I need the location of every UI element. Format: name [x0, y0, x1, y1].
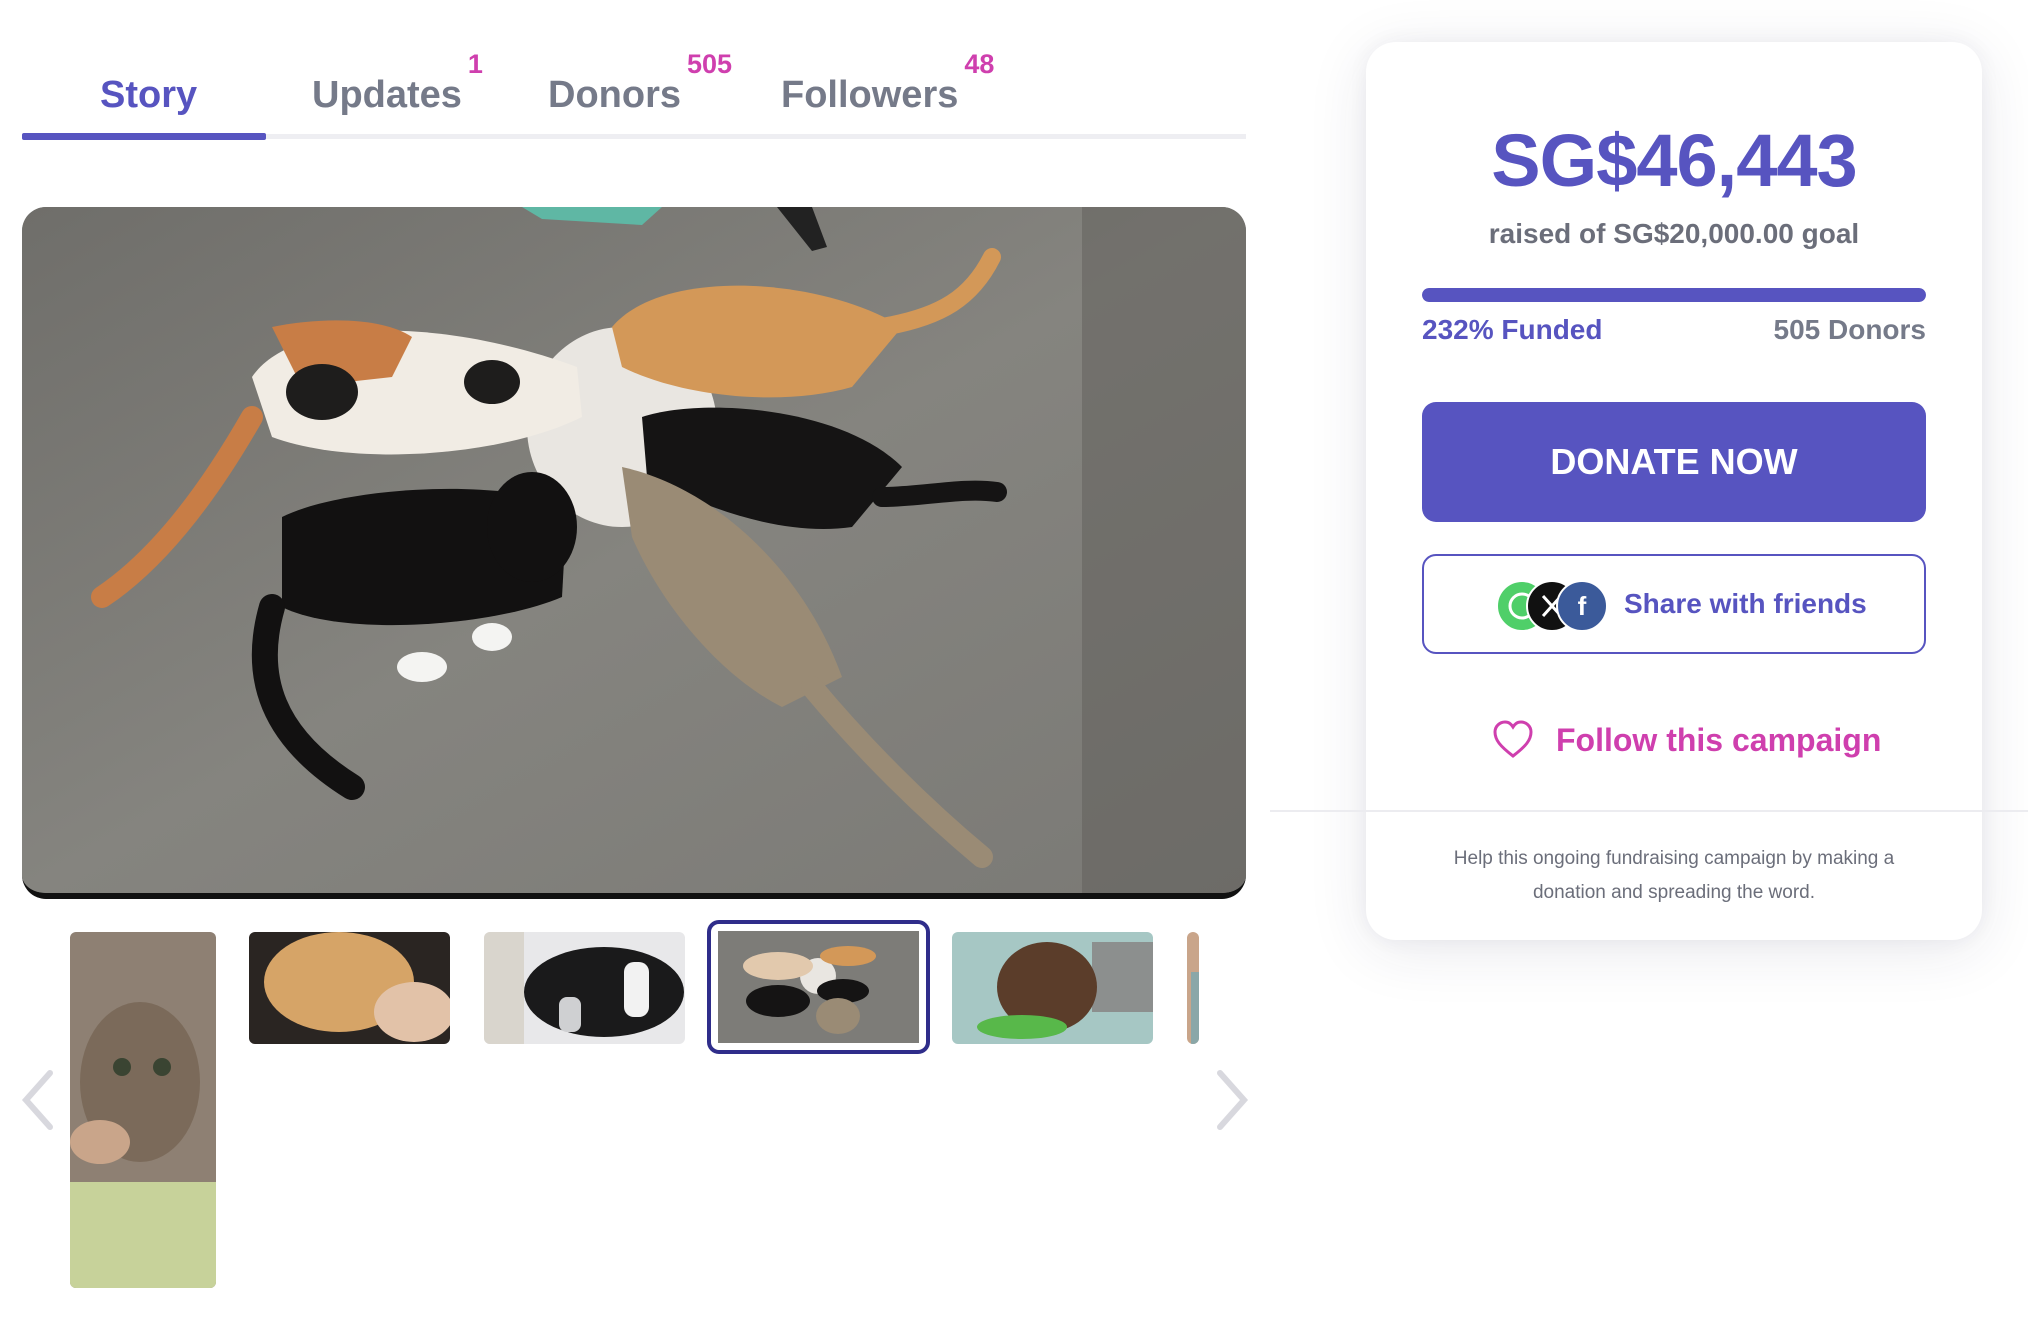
amount-raised: SG$46,443: [1491, 119, 1857, 202]
donate-now-button[interactable]: DONATE NOW: [1422, 402, 1926, 522]
black-cat-photo: [484, 932, 685, 1044]
chevron-left-icon: [21, 1070, 53, 1130]
thumbnail-cats-eating-selected[interactable]: [707, 920, 930, 1054]
chevron-right-icon: [1217, 1070, 1249, 1130]
updates-count-badge: 1: [467, 49, 483, 79]
tab-story-label: Story: [100, 74, 198, 116]
cats-eating-thumbnail-photo: [718, 931, 919, 1043]
goal-text: raised of SG$20,000.00 goal: [1488, 218, 1860, 249]
svg-text:f: f: [1578, 591, 1587, 621]
partial-thumbnail-photo: [1187, 932, 1199, 1044]
thumbnail-ginger-cat[interactable]: [249, 932, 450, 1044]
gallery-prev-arrow[interactable]: [14, 1065, 64, 1135]
ginger-cat-photo: [249, 932, 450, 1044]
tortoiseshell-cat-photo: [952, 932, 1153, 1044]
tab-updates[interactable]: Updates1: [312, 49, 483, 140]
follow-label: Follow this campaign: [1556, 722, 1882, 758]
progress-bar: [1422, 288, 1926, 302]
donor-count: 505 Donors: [1773, 314, 1927, 345]
share-with-friends-button[interactable]: f Share with friends: [1422, 554, 1926, 654]
tab-donors-label: Donors: [548, 74, 681, 116]
tab-bar: Story Updates1 Donors505 Followers48: [0, 49, 1260, 140]
funded-percent: 232% Funded: [1422, 314, 1603, 345]
progress-bar-fill: [1422, 288, 1926, 302]
share-label: Share with friends: [1624, 588, 1867, 619]
thumbnail-black-cat-bandaged[interactable]: [484, 932, 685, 1044]
card-divider: [1270, 810, 2028, 812]
facebook-icon: f: [1556, 580, 1608, 632]
tab-updates-label: Updates: [312, 74, 462, 116]
tab-donors[interactable]: Donors505: [548, 49, 733, 140]
donors-count-badge: 505: [687, 49, 733, 79]
tab-followers-label: Followers: [781, 74, 959, 116]
main-campaign-photo[interactable]: [22, 207, 1246, 899]
cats-eating-illustration: [22, 207, 1246, 893]
thumbnail-tortoiseshell-cat[interactable]: [952, 932, 1153, 1044]
tab-followers[interactable]: Followers48: [781, 49, 995, 140]
tabby-cat-photo: [70, 932, 216, 1288]
thumbnail-tabby-cat[interactable]: [70, 932, 216, 1288]
tab-story[interactable]: Story: [100, 50, 197, 140]
donation-card: SG$46,443 raised of SG$20,000.00 goal 23…: [1366, 42, 1982, 940]
thumbnail-partial[interactable]: [1187, 932, 1199, 1044]
followers-count-badge: 48: [964, 49, 995, 79]
heart-icon: [1493, 720, 1533, 758]
share-icons-group: f: [1496, 580, 1608, 632]
help-text: Help this ongoing fundraising campaign b…: [1453, 848, 1895, 903]
gallery-next-arrow[interactable]: [1206, 1065, 1256, 1135]
